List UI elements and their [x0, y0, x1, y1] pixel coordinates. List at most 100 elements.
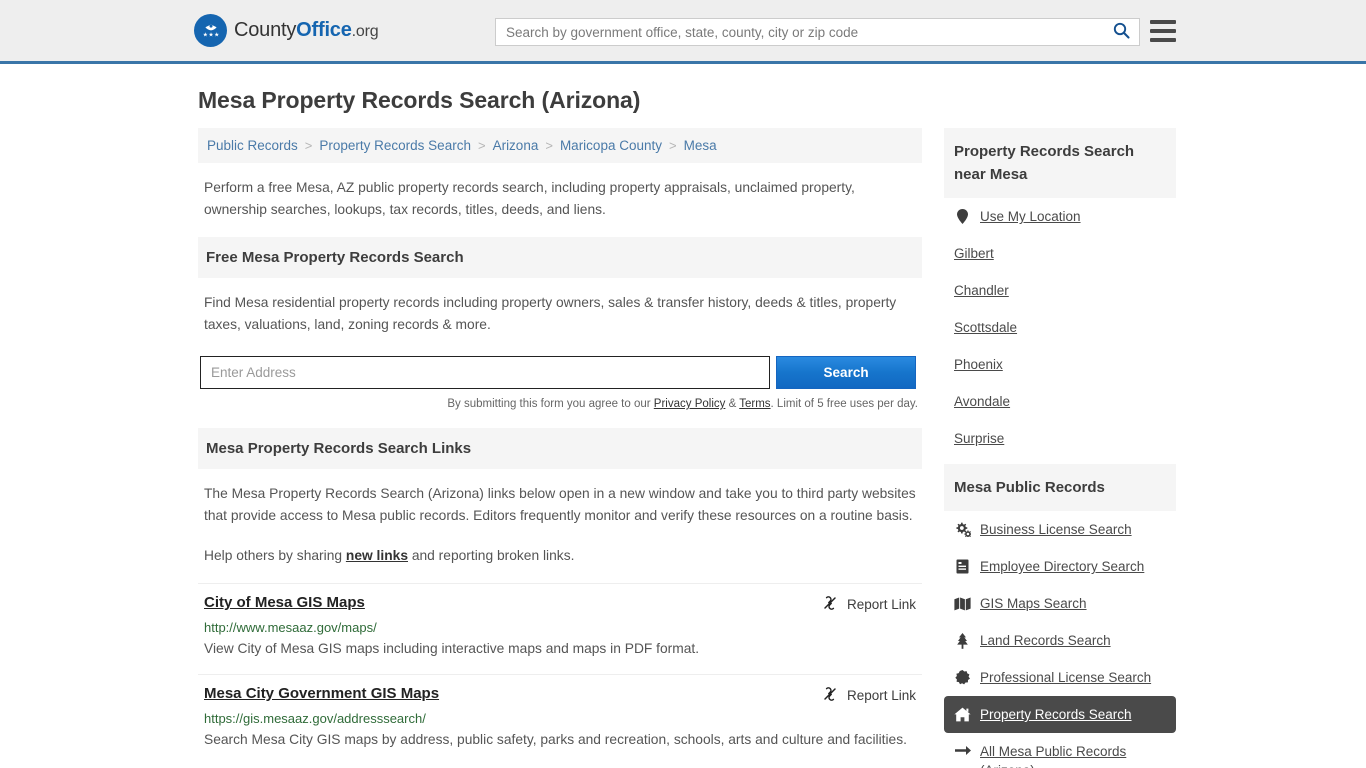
logo-wordmark: CountyOffice.org	[234, 19, 379, 42]
hamburger-bar	[1150, 20, 1176, 24]
sidebar-item-gilbert[interactable]: Gilbert	[944, 235, 1176, 272]
breadcrumb-item-public-records[interactable]: Public Records	[206, 138, 299, 153]
links-section-heading: Mesa Property Records Search Links	[198, 428, 922, 469]
disclaimer-prefix: By submitting this form you agree to our	[447, 398, 654, 410]
sidebar-public-records-label[interactable]: Professional License Search	[980, 668, 1151, 687]
global-search-bar[interactable]	[495, 18, 1140, 46]
sidebar-near-label[interactable]: Surprise	[954, 429, 1004, 448]
map-icon	[954, 597, 971, 611]
links-section-description: The Mesa Property Records Search (Arizon…	[204, 486, 916, 523]
breadcrumb-separator: >	[477, 138, 486, 153]
sidebar-near-label[interactable]: Scottsdale	[954, 318, 1017, 337]
content-columns: Public Records > Property Records Search…	[198, 128, 1176, 768]
breadcrumb-item-maricopa-county[interactable]: Maricopa County	[559, 138, 663, 153]
sidebar-near-label[interactable]: Phoenix	[954, 355, 1003, 374]
privacy-policy-link[interactable]: Privacy Policy	[654, 398, 726, 410]
sidebar-item-scottsdale[interactable]: Scottsdale	[944, 309, 1176, 346]
sidebar-item-chandler[interactable]: Chandler	[944, 272, 1176, 309]
search-icon	[1113, 22, 1130, 42]
sidebar-item-property-records-search[interactable]: Property Records Search	[944, 696, 1176, 733]
sidebar-item-employee-directory-search[interactable]: Employee Directory Search	[944, 548, 1176, 585]
report-link-label: Report Link	[846, 688, 916, 703]
site-logo[interactable]: CountyOffice.org	[194, 14, 379, 47]
result-link-url[interactable]: https://gis.mesaaz.gov/addresssearch/	[204, 711, 916, 726]
disclaimer-amp: &	[725, 398, 740, 410]
sidebar-item-avondale[interactable]: Avondale	[944, 383, 1176, 420]
breadcrumb: Public Records > Property Records Search…	[198, 128, 922, 163]
help-prefix: Help others by sharing	[204, 548, 346, 563]
result-link-row: City of Mesa GIS Maps Report Link	[204, 594, 916, 614]
broken-link-icon	[822, 595, 838, 614]
result-link-description: Search Mesa City GIS maps by address, pu…	[204, 732, 907, 747]
breadcrumb-separator: >	[304, 138, 313, 153]
sidebar-public-records-list: Business License Search Employee Directo…	[944, 511, 1176, 768]
sidebar-item-business-license-search[interactable]: Business License Search	[944, 511, 1176, 548]
sidebar-public-records-label[interactable]: Land Records Search	[980, 631, 1111, 650]
form-disclaimer: By submitting this form you agree to our…	[198, 389, 922, 410]
sidebar-near-label[interactable]: Avondale	[954, 392, 1010, 411]
sidebar-item-phoenix[interactable]: Phoenix	[944, 346, 1176, 383]
sidebar-public-records-heading: Mesa Public Records	[944, 464, 1176, 511]
hamburger-bar	[1150, 29, 1176, 33]
hamburger-bar	[1150, 38, 1176, 42]
search-submit-button[interactable]	[1103, 19, 1139, 45]
help-others-paragraph: Help others by sharing new links and rep…	[198, 533, 922, 573]
sidebar-public-records-label[interactable]: Property Records Search	[980, 705, 1132, 724]
page-title: Mesa Property Records Search (Arizona)	[198, 87, 641, 113]
breadcrumb-item-mesa[interactable]: Mesa	[683, 138, 718, 153]
report-link-button[interactable]: Report Link	[822, 685, 916, 705]
sidebar-item-surprise[interactable]: Surprise	[944, 420, 1176, 457]
result-link-title[interactable]: City of Mesa GIS Maps	[204, 594, 365, 611]
help-suffix: and reporting broken links.	[408, 548, 575, 563]
site-header: CountyOffice.org	[0, 0, 1366, 64]
breadcrumb-separator: >	[669, 138, 677, 153]
sidebar-item-professional-license-search[interactable]: Professional License Search	[944, 659, 1176, 696]
sidebar-public-records-label[interactable]: GIS Maps Search	[980, 594, 1087, 613]
terms-link[interactable]: Terms	[739, 398, 770, 410]
sidebar-near-heading: Property Records Search near Mesa	[944, 128, 1176, 198]
address-search-button[interactable]: Search	[776, 356, 916, 389]
sidebar-item-use-my-location[interactable]: Use My Location	[944, 198, 1176, 235]
eagle-badge-icon	[194, 14, 227, 47]
logo-text-org: .org	[351, 23, 379, 40]
sidebar-public-records-label[interactable]: All Mesa Public Records (Arizona)	[980, 742, 1166, 768]
report-link-button[interactable]: Report Link	[822, 594, 916, 614]
search-input[interactable]	[496, 19, 1103, 45]
tree-icon	[954, 632, 971, 649]
certificate-icon	[954, 670, 971, 685]
intro-paragraph: Perform a free Mesa, AZ public property …	[204, 180, 855, 217]
address-search-form: Search	[198, 356, 916, 389]
free-search-description: Find Mesa residential property records i…	[204, 295, 897, 332]
breadcrumb-item-property-records-search[interactable]: Property Records Search	[318, 138, 472, 153]
sidebar-near-list: Use My Location Gilbert Chandler Scottsd…	[944, 198, 1176, 457]
hamburger-menu-icon[interactable]	[1150, 20, 1176, 42]
sidebar-public-records-label[interactable]: Employee Directory Search	[980, 557, 1144, 576]
list-book-icon	[954, 559, 971, 574]
disclaimer-suffix: . Limit of 5 free uses per day.	[770, 398, 918, 410]
cogs-icon	[954, 522, 971, 537]
result-link-url[interactable]: http://www.mesaaz.gov/maps/	[204, 620, 916, 635]
sidebar-near-label[interactable]: Chandler	[954, 281, 1009, 300]
broken-link-icon	[822, 686, 838, 705]
sidebar-item-gis-maps-search[interactable]: GIS Maps Search	[944, 585, 1176, 622]
result-link-title[interactable]: Mesa City Government GIS Maps	[204, 685, 439, 702]
main-column: Public Records > Property Records Search…	[198, 128, 922, 765]
sidebar-near-label[interactable]: Gilbert	[954, 244, 994, 263]
map-pin-icon	[954, 209, 971, 224]
result-link-item: Mesa City Government GIS Maps Report Lin…	[198, 674, 922, 765]
sidebar-item-all-mesa-public-records[interactable]: All Mesa Public Records (Arizona)	[944, 733, 1176, 768]
free-search-heading: Free Mesa Property Records Search	[198, 237, 922, 278]
home-icon	[954, 707, 971, 722]
sidebar-near-label[interactable]: Use My Location	[980, 207, 1081, 226]
new-links-link[interactable]: new links	[346, 548, 408, 563]
sidebar: Property Records Search near Mesa Use My…	[944, 128, 1176, 768]
sidebar-item-land-records-search[interactable]: Land Records Search	[944, 622, 1176, 659]
sidebar-public-records-label[interactable]: Business License Search	[980, 520, 1132, 539]
result-link-row: Mesa City Government GIS Maps Report Lin…	[204, 685, 916, 705]
breadcrumb-separator: >	[545, 138, 553, 153]
address-input[interactable]	[200, 356, 771, 389]
logo-text-county: County	[234, 19, 297, 41]
result-link-item: City of Mesa GIS Maps Report Link http:/…	[198, 583, 922, 674]
breadcrumb-item-arizona[interactable]: Arizona	[492, 138, 540, 153]
arrow-right-icon	[954, 744, 971, 757]
